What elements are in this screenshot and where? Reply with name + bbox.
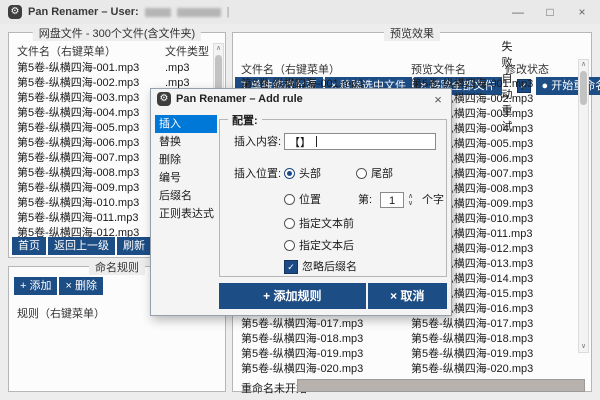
config-title: 配置:	[228, 112, 262, 128]
column-header-filetype[interactable]: 文件类型	[165, 43, 209, 59]
dialog-buttons: + 添加规则 × 取消	[219, 283, 447, 309]
window-controls: — □ ×	[510, 4, 592, 20]
preview-row[interactable]: 第5卷-纵横四海-018.mp3第5卷-纵横四海-018.mp3	[233, 332, 577, 347]
file-name: 第5卷-纵横四海-011.mp3	[17, 211, 165, 226]
file-row[interactable]: 第5卷-纵横四海-001.mp3.mp3	[9, 61, 211, 76]
redacted-username-block	[145, 8, 171, 17]
column-header-status[interactable]: 修改状态	[505, 61, 549, 77]
file-name: 第5卷-纵横四海-018.mp3	[241, 332, 411, 347]
titlebar: ⚙ Pan Renamer – User: | — □ ×	[0, 0, 600, 24]
insert-content-input[interactable]: 【】	[284, 133, 436, 150]
add-rule-confirm-button[interactable]: + 添加规则	[219, 283, 366, 309]
rule-type-item[interactable]: 删除	[155, 151, 217, 169]
dialog-close-icon[interactable]: ×	[431, 92, 445, 107]
maximize-button[interactable]: □	[542, 4, 558, 20]
preview-name: 第5卷-纵横四海-019.mp3	[411, 347, 533, 362]
rules-list-label[interactable]: 规则（右键菜单）	[17, 305, 105, 321]
file-name: 第5卷-纵横四海-004.mp3	[17, 106, 165, 121]
file-type: .mp3	[165, 61, 205, 76]
file-name: 第5卷-纵横四海-003.mp3	[17, 91, 165, 106]
close-button[interactable]: ×	[574, 4, 590, 20]
file-name: 第5卷-纵横四海-020.mp3	[241, 362, 411, 377]
nav-button-0[interactable]: 首页	[12, 237, 46, 255]
naming-rules-title: 命名规则	[89, 259, 145, 275]
column-header-filename[interactable]: 文件名（右键菜单）	[17, 43, 116, 59]
radio-icon	[356, 168, 367, 179]
text-cursor	[316, 136, 317, 147]
ignore-extension-checkbox[interactable]: ✓	[284, 260, 298, 274]
file-name: 第5卷-纵横四海-017.mp3	[241, 317, 411, 332]
window-title: Pan Renamer – User:	[28, 6, 139, 18]
rule-type-item[interactable]: 正则表达式	[155, 205, 217, 223]
title-separator: |	[227, 6, 230, 18]
radio-tail[interactable]: 尾部	[356, 166, 393, 182]
preview-name: 第5卷-纵横四海-017.mp3	[411, 317, 533, 332]
position-suffix-label: 个字	[422, 192, 444, 208]
radio-icon	[284, 194, 295, 205]
rule-type-item[interactable]: 替换	[155, 133, 217, 151]
nav-button-1[interactable]: 返回上一级	[48, 237, 115, 255]
file-name: 第5卷-纵横四海-010.mp3	[17, 196, 165, 211]
redacted-username-block	[177, 8, 221, 17]
preview-row[interactable]: 第5卷-纵横四海-020.mp3第5卷-纵横四海-020.mp3	[233, 362, 577, 377]
insert-content-label: 插入内容:	[234, 134, 281, 150]
scrollbar-thumb[interactable]	[580, 71, 587, 105]
file-name: 第5卷-纵横四海-019.mp3	[241, 347, 411, 362]
file-name: 第5卷-纵横四海-007.mp3	[17, 151, 165, 166]
nav-button-2[interactable]: 刷新	[117, 237, 151, 255]
column-header-preview[interactable]: 预览文件名	[411, 61, 466, 77]
preview-name: 第5卷-纵横四海-018.mp3	[411, 332, 533, 347]
radio-icon	[284, 240, 295, 251]
rename-progress-bar	[297, 379, 585, 392]
file-name: 第5卷-纵横四海-002.mp3	[17, 76, 165, 91]
rule-type-item[interactable]: 后缀名	[155, 187, 217, 205]
config-groupbox: 配置: 插入内容: 【】 插入位置: 头部 尾部 位置 第: 1 ∧∨ 个字 指…	[219, 119, 447, 277]
insert-position-label: 插入位置:	[234, 166, 281, 182]
ignore-extension-option[interactable]: ✓ 忽略后缀名	[284, 259, 357, 275]
number-spinner[interactable]: ∧∨	[408, 193, 413, 207]
file-name: 第5卷-纵横四海-008.mp3	[17, 166, 165, 181]
file-name: 第5卷-纵横四海-001.mp3	[17, 61, 165, 76]
preview-name: 第5卷-纵横四海-020.mp3	[411, 362, 533, 377]
app-icon: ⚙	[157, 92, 171, 106]
radio-selected-icon	[284, 168, 295, 179]
dialog-titlebar: ⚙ Pan Renamer – Add rule ×	[151, 89, 451, 109]
position-prefix-label: 第:	[358, 192, 372, 208]
add-rule-dialog: ⚙ Pan Renamer – Add rule × 插入替换删除编号后缀名正则…	[150, 88, 452, 316]
add-rule-button[interactable]: + 添加	[14, 277, 57, 295]
radio-head[interactable]: 头部	[284, 166, 321, 182]
position-number-input[interactable]: 1	[380, 192, 404, 208]
cancel-button[interactable]: × 取消	[368, 283, 447, 309]
radio-icon	[284, 218, 295, 229]
rule-type-list: 插入替换删除编号后缀名正则表达式	[155, 115, 217, 223]
file-name: 第5卷-纵横四海-005.mp3	[17, 121, 165, 136]
preview-list-scrollbar[interactable]: ∧ ∨	[578, 59, 589, 353]
column-header-filename[interactable]: 文件名（右键菜单）	[241, 61, 340, 77]
radio-after-text[interactable]: 指定文本后	[284, 238, 354, 254]
delete-rule-button[interactable]: × 删除	[59, 277, 102, 295]
rule-type-item[interactable]: 编号	[155, 169, 217, 187]
radio-before-text[interactable]: 指定文本前	[284, 216, 354, 232]
dialog-title: Pan Renamer – Add rule	[176, 93, 303, 105]
file-name: 第5卷-纵横四海-006.mp3	[17, 136, 165, 151]
minimize-button[interactable]: —	[510, 4, 526, 20]
rule-type-selected[interactable]: 插入	[155, 115, 217, 133]
cloud-files-title: 网盘文件 - 300个文件(含文件夹)	[33, 25, 201, 41]
preview-row[interactable]: 第5卷-纵横四海-017.mp3第5卷-纵横四海-017.mp3	[233, 317, 577, 332]
radio-position[interactable]: 位置	[284, 192, 321, 208]
file-name: 第5卷-纵横四海-009.mp3	[17, 181, 165, 196]
preview-row[interactable]: 第5卷-纵横四海-019.mp3第5卷-纵横四海-019.mp3	[233, 347, 577, 362]
app-icon: ⚙	[8, 5, 22, 19]
